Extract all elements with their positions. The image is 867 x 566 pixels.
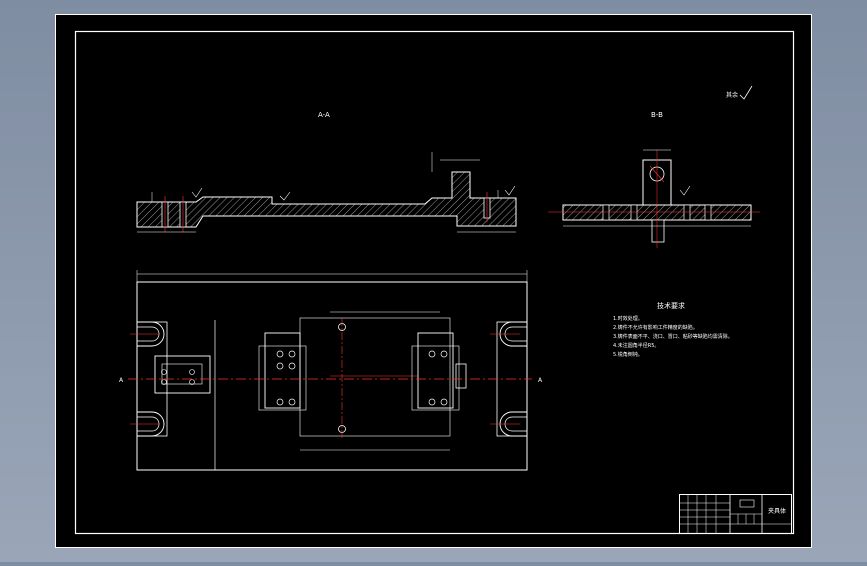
roughness-note: 其余 [726,91,738,99]
drawing-canvas: 其余 A-A B-B A A 技术要求 1.时效处理。 2.铸件不允许有影响工件… [55,14,812,548]
sheet-background [55,14,812,548]
tech-req-title: 技术要求 [657,301,685,310]
tech-req-item: 3.铸件表面不平、浇口、冒口、粘砂等缺陷均需清除。 [613,333,733,340]
section-aa-label: A-A [318,111,330,119]
tech-req-item: 1.时效处理。 [613,315,643,322]
tech-req-item: 2.铸件不允许有影响工件精度的缺陷。 [613,324,698,331]
section-bb-label: B-B [651,111,663,119]
tech-req-item: 5.锐角倒钝。 [613,351,643,358]
cad-viewport[interactable]: 其余 A-A B-B A A 技术要求 1.时效处理。 2.铸件不允许有影响工件… [0,0,867,562]
tech-req-item: 4.未注圆角半径R5。 [613,342,659,349]
title-block-part-name: 夹具体 [768,507,786,515]
